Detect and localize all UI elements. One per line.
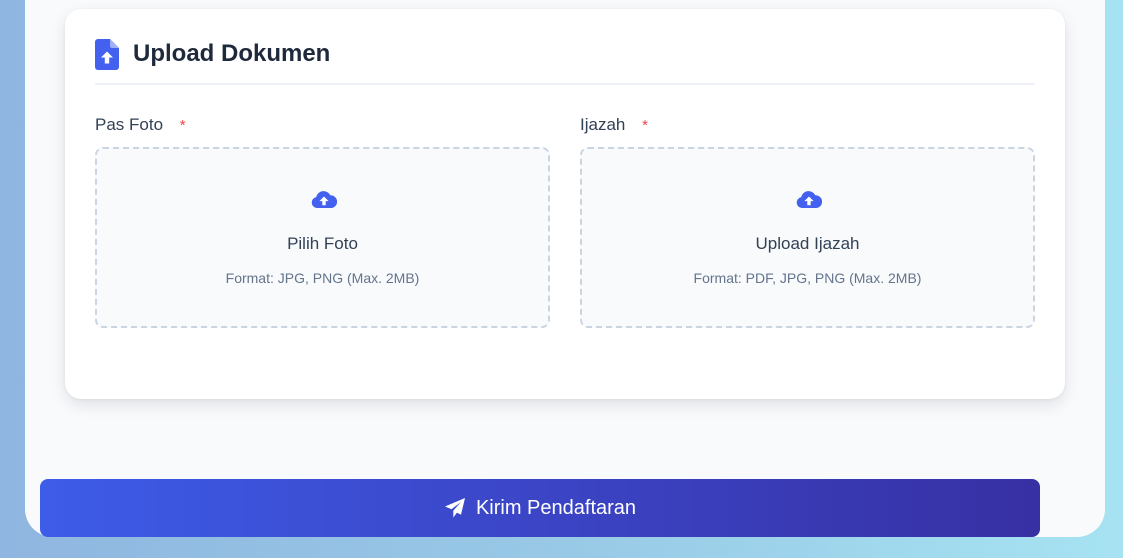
required-asterisk: * (179, 117, 186, 134)
cloud-upload-icon (311, 191, 337, 208)
ijazah-dropzone-title: Upload Ijazah (755, 234, 860, 253)
cloud-upload-icon (796, 191, 822, 208)
ijazah-dropzone[interactable]: Upload Ijazah Format: PDF, JPG, PNG (Max… (580, 147, 1035, 328)
pas-foto-field: Pas Foto * Pilih Foto Format: JPG, PNG (… (95, 115, 550, 328)
ijazah-label: Ijazah * (580, 115, 1035, 135)
paper-plane-icon (444, 498, 465, 518)
ijazah-format-hint: Format: PDF, JPG, PNG (Max. 2MB) (693, 270, 922, 286)
ijazah-field: Ijazah * Upload Ijazah Format: PDF, JPG,… (580, 115, 1035, 328)
pas-foto-dropzone-title: Pilih Foto (287, 234, 358, 253)
form-container: Upload Dokumen Pas Foto * Pilih Foto For… (25, 0, 1105, 537)
submit-label: Kirim Pendaftaran (475, 496, 637, 519)
upload-documents-card: Upload Dokumen Pas Foto * Pilih Foto For… (65, 9, 1065, 399)
pas-foto-label: Pas Foto * (95, 115, 550, 135)
section-header: Upload Dokumen (95, 39, 1035, 85)
ijazah-label-text: Ijazah (580, 115, 626, 134)
pas-foto-dropzone[interactable]: Pilih Foto Format: JPG, PNG (Max. 2MB) (95, 147, 550, 328)
pas-foto-format-hint: Format: JPG, PNG (Max. 2MB) (225, 270, 420, 286)
required-asterisk: * (642, 117, 648, 134)
section-title: Upload Dokumen (133, 40, 331, 67)
submit-registration-button[interactable]: Kirim Pendaftaran (40, 479, 1040, 537)
file-upload-icon (95, 39, 119, 70)
pas-foto-label-text: Pas Foto (95, 115, 164, 134)
